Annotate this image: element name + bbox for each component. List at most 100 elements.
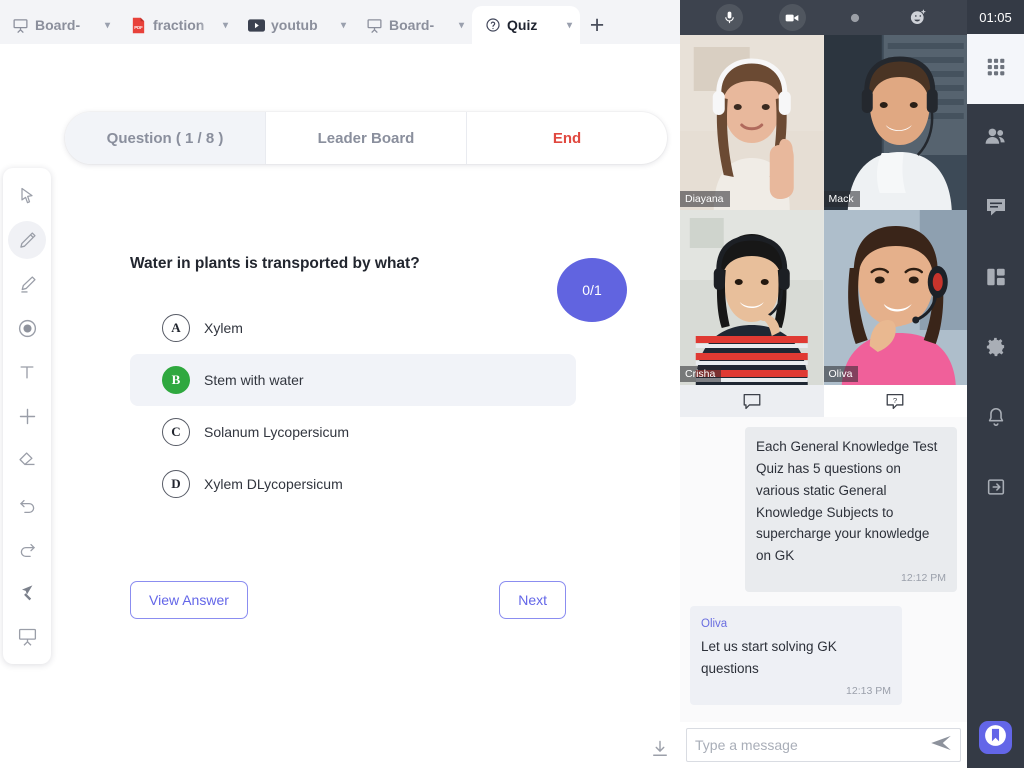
option-badge: D: [162, 470, 190, 498]
microphone-icon[interactable]: [716, 4, 743, 31]
option-label: Xylem: [204, 320, 243, 336]
chat-thread[interactable]: Each General Knowledge Test Quiz has 5 q…: [680, 417, 967, 722]
youtube-icon: [248, 17, 265, 34]
text-icon[interactable]: [8, 353, 46, 391]
highlighter-icon[interactable]: [8, 265, 46, 303]
undo-icon[interactable]: [8, 485, 46, 523]
option-b[interactable]: B Stem with water: [130, 354, 576, 406]
tab-label: Quiz: [507, 17, 561, 33]
whiteboard-area: Board- ▾ PDF fraction ▾ youtub ▾ Board- …: [0, 0, 680, 768]
tab-youtube[interactable]: youtub ▾: [236, 6, 354, 44]
option-a[interactable]: A Xylem: [130, 302, 576, 354]
option-badge: C: [162, 418, 190, 446]
view-answer-button[interactable]: View Answer: [130, 581, 248, 619]
message-bubble: Each General Knowledge Test Quiz has 5 q…: [745, 427, 957, 592]
tab-leader-board[interactable]: Leader Board: [266, 112, 467, 164]
message-composer: [680, 722, 967, 768]
tab-board-2[interactable]: Board- ▾: [354, 6, 472, 44]
tab-label: Board-: [389, 17, 453, 33]
pencil-icon[interactable]: [8, 221, 46, 259]
new-tab-button[interactable]: +: [580, 6, 614, 44]
option-label: Xylem DLycopersicum: [204, 476, 343, 492]
message-text: Each General Knowledge Test Quiz has 5 q…: [756, 436, 946, 567]
tab-fraction[interactable]: PDF fraction ▾: [118, 6, 236, 44]
tab-label: fraction: [153, 17, 217, 33]
layout-icon: [985, 266, 1007, 293]
redo-icon[interactable]: [8, 529, 46, 567]
record-icon[interactable]: [841, 4, 868, 31]
rail-item-settings[interactable]: [967, 314, 1024, 384]
drawing-toolbar: [3, 168, 51, 664]
shape-circle-icon[interactable]: [8, 309, 46, 347]
message-text: Let us start solving GK questions: [701, 636, 891, 680]
plus-icon[interactable]: [8, 397, 46, 435]
rail-item-apps[interactable]: [967, 34, 1024, 104]
participant-tile[interactable]: Oliva: [824, 210, 968, 385]
options-list: A Xylem B Stem with water C Solanum Lyco…: [130, 302, 576, 510]
message-input[interactable]: [695, 737, 930, 753]
option-c[interactable]: C Solanum Lycopersicum: [130, 406, 576, 458]
participant-tile[interactable]: Crisha: [680, 210, 824, 385]
chat-message: Each General Knowledge Test Quiz has 5 q…: [690, 427, 957, 592]
quiz-panel: Question ( 1 / 8 ) Leader Board End Wate…: [0, 44, 680, 768]
rail-item-chat[interactable]: [967, 174, 1024, 244]
quiz-segmented-control: Question ( 1 / 8 ) Leader Board End: [65, 112, 667, 164]
question-circle-icon: [484, 17, 501, 34]
pdf-icon: PDF: [130, 17, 147, 34]
people-icon: [983, 124, 1008, 154]
option-d[interactable]: D Xylem DLycopersicum: [130, 458, 576, 510]
svg-text:?: ?: [893, 395, 898, 404]
rail-item-exit[interactable]: [967, 454, 1024, 524]
video-chat-column: Diayana: [680, 0, 967, 768]
tile-action-bar: ?: [680, 385, 967, 417]
participant-name: Oliva: [824, 366, 859, 382]
option-badge: B: [162, 366, 190, 394]
camera-icon[interactable]: [779, 4, 806, 31]
rail-item-people[interactable]: [967, 104, 1024, 174]
tab-quiz[interactable]: Quiz ▾: [472, 6, 580, 44]
chevron-down-icon[interactable]: ▾: [341, 20, 346, 31]
send-icon[interactable]: [930, 735, 952, 756]
session-timer: 01:05: [967, 0, 1024, 34]
chat-bubble-icon[interactable]: [680, 385, 824, 417]
cursor-icon[interactable]: [8, 177, 46, 215]
app-root: Board- ▾ PDF fraction ▾ youtub ▾ Board- …: [0, 0, 1024, 768]
tab-bar: Board- ▾ PDF fraction ▾ youtub ▾ Board- …: [0, 0, 680, 44]
participant-name: Mack: [824, 191, 860, 207]
tab-question[interactable]: Question ( 1 / 8 ): [65, 112, 266, 164]
reaction-icon[interactable]: [904, 4, 931, 31]
tab-board-1[interactable]: Board- ▾: [0, 6, 118, 44]
question-bubble-icon[interactable]: ?: [824, 385, 968, 417]
bookmark-button[interactable]: [979, 721, 1012, 754]
svg-text:PDF: PDF: [134, 25, 143, 30]
board-icon[interactable]: [8, 617, 46, 655]
chat-icon: [984, 195, 1008, 224]
participant-grid: Diayana: [680, 35, 967, 385]
option-label: Solanum Lycopersicum: [204, 424, 349, 440]
rail-item-notifications[interactable]: [967, 384, 1024, 454]
option-label: Stem with water: [204, 372, 304, 388]
chevron-down-icon[interactable]: ▾: [223, 20, 228, 31]
laser-pointer-icon[interactable]: [8, 573, 46, 611]
rail-item-layout[interactable]: [967, 244, 1024, 314]
gear-icon: [984, 335, 1007, 363]
composer-field-wrap: [686, 728, 961, 762]
tab-label: Board-: [35, 17, 99, 33]
board-icon: [366, 17, 383, 34]
participant-tile[interactable]: Diayana: [680, 35, 824, 210]
chevron-down-icon[interactable]: ▾: [567, 20, 572, 31]
quiz-actions: View Answer Next: [130, 581, 566, 619]
tab-end[interactable]: End: [467, 112, 667, 164]
question-text: Water in plants is transported by what?: [130, 255, 420, 273]
bookmark-icon: [983, 723, 1008, 753]
chevron-down-icon[interactable]: ▾: [459, 20, 464, 31]
tab-label: youtub: [271, 17, 335, 33]
exit-icon: [985, 476, 1007, 503]
next-button[interactable]: Next: [499, 581, 566, 619]
participant-tile[interactable]: Mack: [824, 35, 968, 210]
board-icon: [12, 17, 29, 34]
message-time: 12:12 PM: [756, 570, 946, 587]
download-icon[interactable]: [650, 739, 670, 764]
eraser-icon[interactable]: [8, 441, 46, 479]
chevron-down-icon[interactable]: ▾: [105, 20, 110, 31]
